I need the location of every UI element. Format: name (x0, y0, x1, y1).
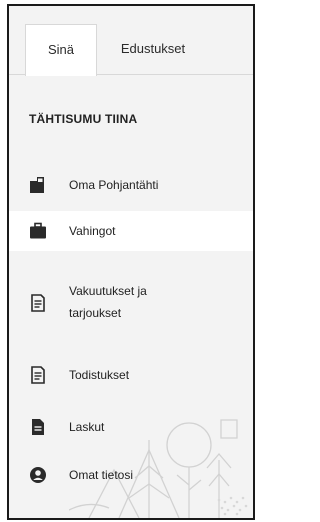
sidebar-item-omat-tietosi[interactable]: Omat tietosi (9, 456, 253, 496)
sidebar-item-label: Todistukset (69, 368, 130, 382)
sidebar-item-label: Vakuutukset ja tarjoukset (69, 284, 147, 320)
sidebar-item-label: Oma Pohjantähti (69, 178, 159, 192)
user-name-heading: TÄHTISUMU TIINA (29, 112, 138, 126)
sidebar-item-oma-pohjantahti[interactable]: Oma Pohjantähti (9, 166, 253, 206)
document-icon (29, 366, 47, 384)
sidebar-item-label: Laskut (69, 420, 105, 434)
tab-sina[interactable]: Sinä (25, 24, 97, 76)
user-icon (29, 466, 47, 484)
sidebar-item-label: Omat tietosi (69, 468, 134, 482)
door-icon (29, 176, 47, 194)
invoice-icon (29, 418, 47, 436)
sidebar-item-laskut[interactable]: Laskut (9, 408, 253, 448)
tab-edustukset[interactable]: Edustukset (105, 24, 201, 74)
briefcase-icon (29, 222, 47, 240)
sidebar-item-vahingot[interactable]: Vahingot (9, 211, 253, 251)
sidebar-item-vakuutukset[interactable]: Vakuutukset ja tarjoukset (9, 276, 253, 332)
document-icon (29, 294, 47, 312)
sidebar-item-label: Vahingot (69, 224, 116, 238)
sidebar-panel: Sinä Edustukset TÄHTISUMU TIINA Oma Pohj… (7, 4, 255, 520)
tab-bar: Sinä Edustukset (9, 6, 253, 76)
